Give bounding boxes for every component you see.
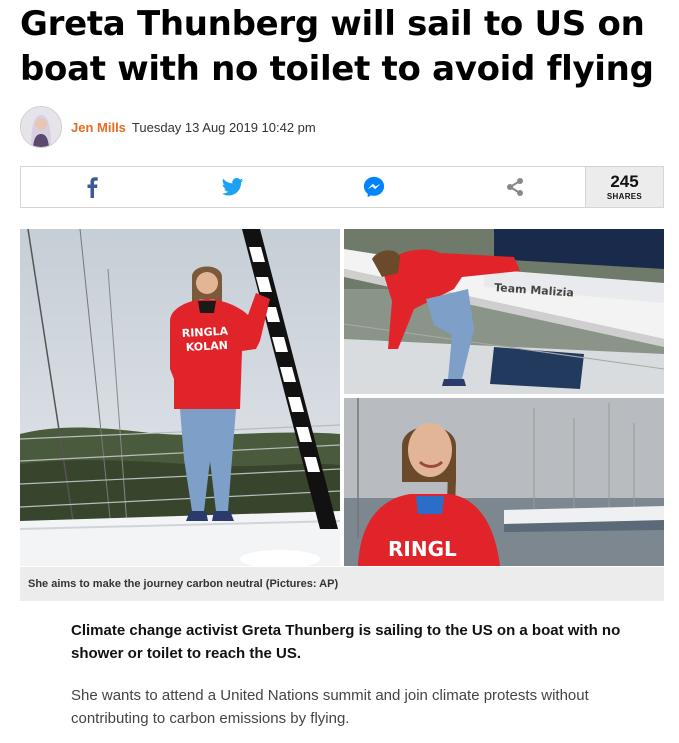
photo-greta-portrait[interactable]: RINGL: [344, 398, 664, 566]
messenger-share-button[interactable]: [303, 167, 444, 207]
publish-date: Tuesday 13 Aug 2019 10:42 pm: [131, 119, 316, 135]
article-body-paragraph: She wants to attend a United Nations sum…: [71, 687, 589, 727]
twitter-icon: [221, 178, 243, 196]
twitter-share-button[interactable]: [162, 167, 303, 207]
photo-greta-on-boat[interactable]: Team Malizia: [344, 229, 664, 394]
author-avatar[interactable]: [20, 106, 62, 148]
share-count-number: 245: [610, 172, 639, 191]
share-icon: [506, 178, 523, 196]
photo-caption-bar: She aims to make the journey carbon neut…: [20, 567, 664, 601]
author-name[interactable]: Jen Mills: [71, 120, 126, 135]
svg-text:KOLAN: KOLAN: [185, 339, 228, 354]
article-headline: Greta Thunberg will sail to US on boat w…: [20, 4, 654, 89]
share-bar: 245 SHARES: [20, 166, 664, 208]
svg-text:RINGLA: RINGLA: [181, 325, 228, 340]
photo-greta-on-deck[interactable]: RINGLA KOLAN: [20, 229, 340, 566]
facebook-share-button[interactable]: [21, 167, 162, 207]
svg-text:RINGL: RINGL: [388, 537, 457, 561]
article-lead: Climate change activist Greta Thunberg i…: [71, 622, 621, 662]
messenger-icon: [363, 176, 384, 198]
photo-caption: She aims to make the journey carbon neut…: [28, 578, 339, 590]
facebook-icon: [87, 177, 98, 198]
share-count-label: SHARES: [606, 192, 643, 201]
share-count: 245 SHARES: [585, 167, 663, 207]
photo-collage: RINGLA KOLAN Team Malizia RINGL: [20, 229, 664, 566]
generic-share-button[interactable]: [444, 167, 585, 207]
byline: Jen Mills Tuesday 13 Aug 2019 10:42 pm: [20, 106, 316, 148]
